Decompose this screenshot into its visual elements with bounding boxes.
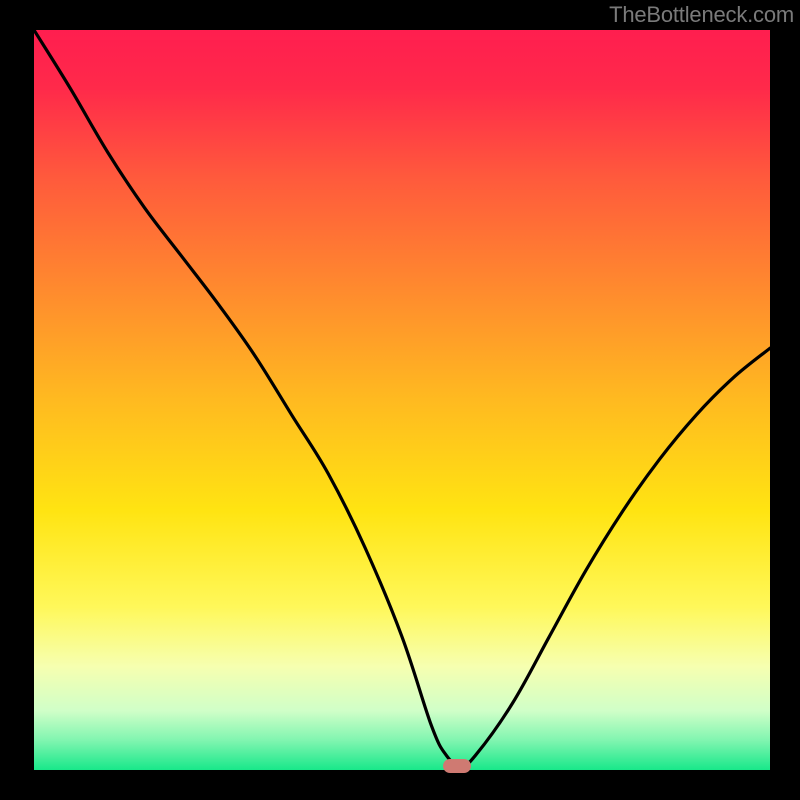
optimal-marker [443,759,471,773]
plot-area [34,30,770,770]
watermark-label: TheBottleneck.com [609,2,794,28]
gradient-background [34,30,770,770]
